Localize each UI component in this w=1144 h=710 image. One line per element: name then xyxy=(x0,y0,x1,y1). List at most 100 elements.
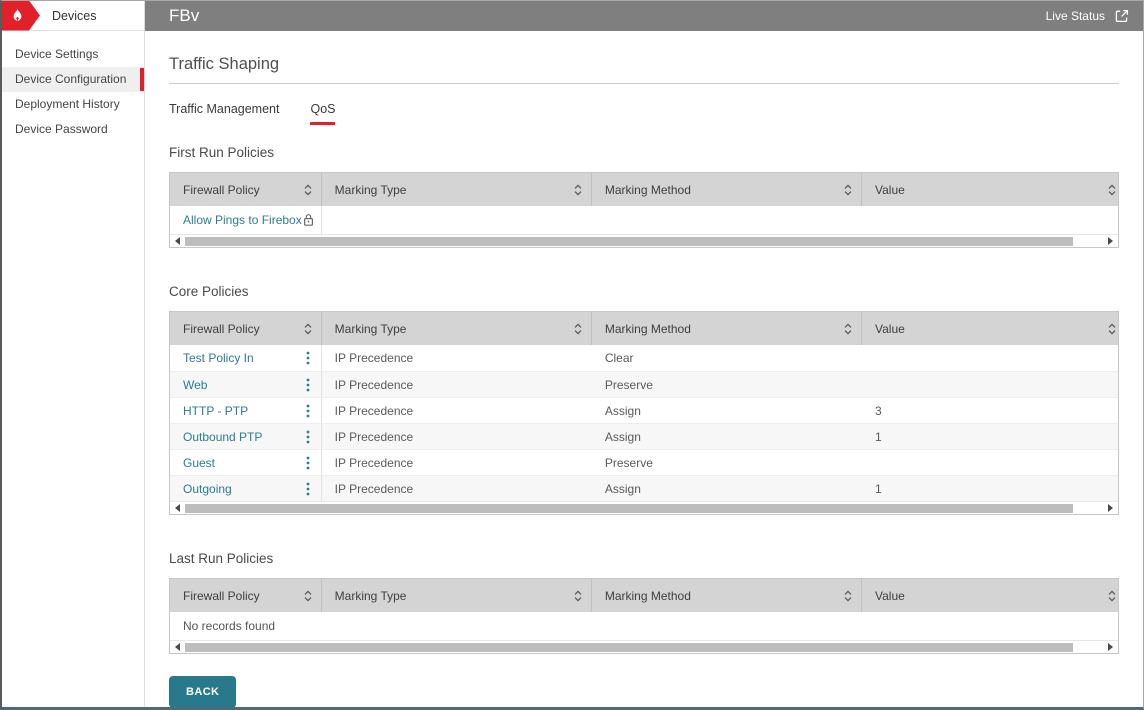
sidebar-nav: Device Settings Device Configuration Dep… xyxy=(2,31,144,142)
scroll-right-arrow[interactable] xyxy=(1106,504,1115,512)
column-header-value[interactable]: Value xyxy=(862,173,1118,206)
policy-link-outgoing[interactable]: Outgoing xyxy=(183,482,232,496)
column-header-label: Value xyxy=(875,589,905,603)
scrollbar-track[interactable] xyxy=(184,643,1104,652)
scroll-left-arrow[interactable] xyxy=(173,504,182,512)
column-header-marking-type[interactable]: Marking Type xyxy=(322,312,592,345)
horizontal-scrollbar[interactable] xyxy=(170,640,1118,653)
policy-link-guest[interactable]: Guest xyxy=(183,456,215,470)
back-button[interactable]: BACK xyxy=(169,676,236,707)
last-run-policies-table: Firewall Policy Marking Type Marking Metho… xyxy=(169,578,1119,654)
firewall-policy-cell: Web xyxy=(170,372,322,397)
sidebar-item-label: Device Settings xyxy=(15,47,98,61)
scrollbar-thumb[interactable] xyxy=(185,643,1073,652)
section-title: Last Run Policies xyxy=(169,551,1119,566)
table-body: No records found xyxy=(170,612,1118,640)
scroll-left-arrow[interactable] xyxy=(173,643,182,651)
app-window: Devices Device Settings Device Configura… xyxy=(0,0,1144,710)
column-header-firewall-policy[interactable]: Firewall Policy xyxy=(170,579,322,612)
marking-type-cell: IP Precedence xyxy=(322,430,592,444)
flame-icon xyxy=(10,8,24,24)
firewall-policy-cell: HTTP - PTP xyxy=(170,398,322,423)
marking-method-cell: Assign xyxy=(592,482,862,496)
column-header-firewall-policy[interactable]: Firewall Policy xyxy=(170,312,322,345)
scrollbar-track[interactable] xyxy=(184,504,1104,513)
scroll-right-arrow[interactable] xyxy=(1106,643,1115,651)
marking-method-cell: Assign xyxy=(592,404,862,418)
table-header-row: Firewall Policy Marking Type Marking Metho… xyxy=(170,579,1118,612)
scrollbar-thumb[interactable] xyxy=(185,504,1073,513)
marking-type-cell: IP Precedence xyxy=(322,456,592,470)
live-status-link[interactable]: Live Status xyxy=(1046,8,1130,24)
brand-pennant[interactable] xyxy=(2,1,40,31)
column-header-marking-method[interactable]: Marking Method xyxy=(592,579,862,612)
sort-icon[interactable] xyxy=(1108,184,1116,196)
marking-type-cell: IP Precedence xyxy=(322,404,592,418)
marking-type-cell: IP Precedence xyxy=(322,378,592,392)
kebab-menu-icon[interactable] xyxy=(306,482,310,496)
column-header-value[interactable]: Value xyxy=(862,312,1118,345)
sidebar-item-device-password[interactable]: Device Password xyxy=(2,117,144,142)
policy-link-web[interactable]: Web xyxy=(183,378,207,392)
sort-icon[interactable] xyxy=(1108,590,1116,602)
policy-link-http-ptp[interactable]: HTTP - PTP xyxy=(183,404,248,418)
scrollbar-track[interactable] xyxy=(184,237,1104,246)
sidebar-item-label: Deployment History xyxy=(15,97,120,111)
sidebar-item-device-settings[interactable]: Device Settings xyxy=(2,42,144,67)
table-row: WebIP PrecedencePreserve xyxy=(170,371,1118,397)
firewall-policy-cell: Guest xyxy=(170,450,322,475)
value-cell: 1 xyxy=(862,430,1118,444)
table-header-row: Firewall PolicyMarking TypeMarking Metho… xyxy=(170,312,1118,345)
table-row: Allow Pings to Firebox xyxy=(170,206,1118,234)
section-first-run-policies: First Run Policies Firewall PolicyMarkin… xyxy=(169,145,1119,248)
sort-icon[interactable] xyxy=(1108,323,1116,335)
sort-icon[interactable] xyxy=(844,590,852,602)
sidebar-item-device-configuration[interactable]: Device Configuration xyxy=(2,67,144,92)
column-header-label: Firewall Policy xyxy=(183,183,260,197)
policy-link-test-policy-in[interactable]: Test Policy In xyxy=(183,351,254,365)
sort-icon[interactable] xyxy=(844,184,852,196)
column-header-marking-type[interactable]: Marking Type xyxy=(322,579,592,612)
sidebar-item-deployment-history[interactable]: Deployment History xyxy=(2,92,144,117)
sidebar-title: Devices xyxy=(52,9,96,23)
live-status-label: Live Status xyxy=(1046,9,1105,23)
section-title: Core Policies xyxy=(169,284,1119,299)
sort-icon[interactable] xyxy=(304,590,312,602)
table-row: Test Policy InIP PrecedenceClear xyxy=(170,345,1118,371)
kebab-menu-icon[interactable] xyxy=(306,378,310,392)
kebab-menu-icon[interactable] xyxy=(306,456,310,470)
tab-qos[interactable]: QoS xyxy=(310,102,335,125)
scroll-right-arrow[interactable] xyxy=(1106,237,1115,245)
value-cell: 3 xyxy=(862,404,1118,418)
tab-traffic-management[interactable]: Traffic Management xyxy=(169,102,279,125)
column-header-value[interactable]: Value xyxy=(862,579,1118,612)
column-header-marking-method[interactable]: Marking Method xyxy=(592,312,862,345)
kebab-menu-icon[interactable] xyxy=(306,404,310,418)
scroll-left-arrow[interactable] xyxy=(173,237,182,245)
scrollbar-thumb[interactable] xyxy=(185,237,1073,246)
column-header-firewall-policy[interactable]: Firewall Policy xyxy=(170,173,322,206)
sort-icon[interactable] xyxy=(304,323,312,335)
column-header-marking-type[interactable]: Marking Type xyxy=(322,173,592,206)
policy-link-outbound-ptp[interactable]: Outbound PTP xyxy=(183,430,262,444)
empty-table-message: No records found xyxy=(170,612,1118,640)
active-item-indicator xyxy=(140,68,144,91)
column-header-marking-method[interactable]: Marking Method xyxy=(592,173,862,206)
policy-link-allow-pings-to-firebox[interactable]: Allow Pings to Firebox xyxy=(183,213,302,227)
sort-icon[interactable] xyxy=(574,323,582,335)
value-cell: 1 xyxy=(862,482,1118,496)
sort-icon[interactable] xyxy=(574,184,582,196)
kebab-menu-icon[interactable] xyxy=(306,351,310,365)
column-header-label: Marking Type xyxy=(335,183,407,197)
table-header-row: Firewall Policy Marking Type Marking Metho… xyxy=(170,173,1118,206)
horizontal-scrollbar[interactable] xyxy=(170,501,1118,514)
sort-icon[interactable] xyxy=(574,590,582,602)
sort-icon[interactable] xyxy=(844,323,852,335)
device-name-title: FBv xyxy=(169,6,199,26)
sort-icon[interactable] xyxy=(304,184,312,196)
column-header-label: Marking Type xyxy=(335,589,407,603)
lock-icon xyxy=(302,213,315,227)
horizontal-scrollbar[interactable] xyxy=(170,234,1118,247)
page-title: Traffic Shaping xyxy=(169,55,1119,84)
kebab-menu-icon[interactable] xyxy=(306,430,310,444)
